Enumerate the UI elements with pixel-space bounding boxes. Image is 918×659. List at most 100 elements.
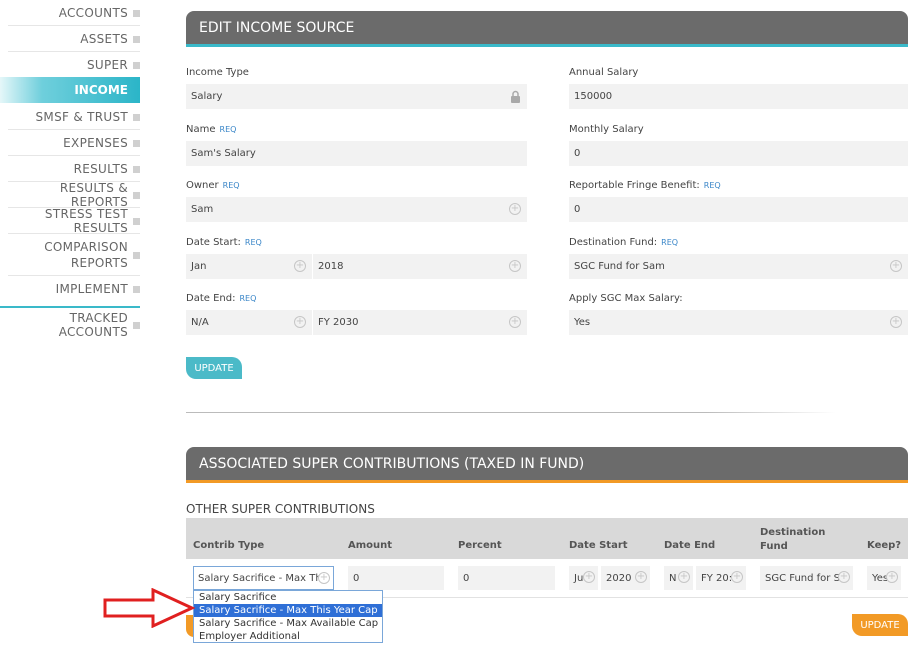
- field-label-text: Name: [186, 124, 216, 135]
- dropdown-option[interactable]: Salary Sacrifice - Max Available Cap: [194, 617, 382, 630]
- column-header-destination-fund: Destination Fund: [760, 526, 825, 554]
- dropdown-option-selected[interactable]: Salary Sacrifice - Max This Year Cap: [194, 604, 382, 617]
- required-tag: REQ: [239, 294, 257, 303]
- divider: [8, 25, 140, 26]
- update-income-button[interactable]: UPDATE: [186, 357, 242, 379]
- plus-circle-icon: +: [294, 260, 306, 272]
- date-end-month-select[interactable]: N/A +: [186, 310, 312, 335]
- start-year-select[interactable]: 2020 +: [601, 566, 650, 590]
- cell-value: SGC Fund for S: [765, 572, 840, 584]
- destination-fund-label: Destination Fund: REQ: [569, 237, 678, 248]
- apply-sgc-select[interactable]: Yes +: [569, 310, 908, 335]
- sidebar-item-label: INCOME: [74, 83, 128, 97]
- field-value: 0: [574, 148, 581, 159]
- percent-input[interactable]: 0: [458, 566, 555, 590]
- owner-select[interactable]: Sam +: [186, 197, 527, 222]
- sidebar-item-super[interactable]: SUPER: [87, 57, 140, 73]
- end-year-select[interactable]: FY 20: +: [696, 566, 746, 590]
- sidebar-item-results-reports[interactable]: RESULTS & REPORTS: [0, 181, 140, 209]
- required-tag: REQ: [703, 181, 721, 190]
- plus-circle-icon: +: [583, 571, 595, 583]
- sidebar-item-label: COMPARISON REPORTS: [44, 239, 128, 271]
- cell-value: 0: [353, 572, 360, 584]
- update-contributions-button[interactable]: UPDATE: [852, 614, 908, 636]
- sidebar-item-label: RESULTS & REPORTS: [59, 181, 128, 209]
- divider: [8, 275, 140, 276]
- sidebar-item-comparison-reports[interactable]: COMPARISON REPORTS: [44, 239, 140, 271]
- column-header-line: Fund: [760, 541, 788, 552]
- plus-circle-icon: +: [509, 260, 521, 272]
- dropdown-option[interactable]: Salary Sacrifice: [194, 591, 382, 604]
- sidebar-item-tracked-accounts[interactable]: TRACKED ACCOUNTS: [0, 311, 140, 339]
- name-label: Name REQ: [186, 124, 236, 135]
- monthly-salary-label: Monthly Salary: [569, 124, 644, 135]
- apply-sgc-label: Apply SGC Max Salary:: [569, 293, 683, 304]
- cell-value: 0: [463, 572, 470, 584]
- button-label: UPDATE: [860, 619, 900, 631]
- date-start-month-select[interactable]: Jan +: [186, 254, 312, 279]
- field-value: 2018: [318, 261, 344, 272]
- income-type-label: Income Type: [186, 67, 249, 78]
- plus-circle-icon: +: [509, 316, 521, 328]
- annual-salary-input[interactable]: 150000: [569, 84, 908, 109]
- divider: [8, 155, 140, 156]
- destination-fund-select[interactable]: SGC Fund for S +: [760, 566, 853, 590]
- sidebar-item-label: RESULTS: [73, 162, 128, 176]
- sidebar-item-stress-test-results[interactable]: STRESS TEST RESULTS: [0, 207, 140, 235]
- bullet-icon: [133, 285, 140, 293]
- name-input[interactable]: Sam's Salary: [186, 141, 527, 166]
- end-month-select[interactable]: N +: [664, 566, 693, 590]
- destination-fund-select[interactable]: SGC Fund for Sam +: [569, 254, 908, 279]
- date-end-year-select[interactable]: FY 2030 +: [313, 310, 527, 335]
- annual-salary-label: Annual Salary: [569, 67, 638, 78]
- contrib-type-select[interactable]: Salary Sacrifice - Max Th +: [193, 566, 334, 590]
- date-start-label: Date Start: REQ: [186, 237, 262, 248]
- panel-title: ASSOCIATED SUPER CONTRIBUTIONS (TAXED IN…: [199, 455, 585, 472]
- sidebar-item-income[interactable]: INCOME: [0, 77, 140, 103]
- plus-circle-icon: +: [318, 572, 330, 584]
- required-tag: REQ: [244, 238, 262, 247]
- cell-value: 2020: [606, 572, 632, 584]
- column-header-line: Destination: [760, 527, 826, 538]
- bullet-icon: [133, 9, 140, 17]
- sidebar-item-label: SMSF & TRUST: [35, 110, 128, 124]
- sidebar-item-accounts[interactable]: ACCOUNTS: [59, 5, 140, 21]
- income-type-field: Salary: [186, 84, 527, 109]
- dropdown-option[interactable]: Employer Additional: [194, 630, 382, 643]
- column-header-percent: Percent: [458, 540, 502, 551]
- field-value: Sam: [191, 204, 214, 215]
- column-header-date-end: Date End: [664, 540, 716, 551]
- monthly-salary-input[interactable]: 0: [569, 141, 908, 166]
- plus-circle-icon: +: [731, 571, 743, 583]
- sidebar-item-expenses[interactable]: EXPENSES: [63, 135, 140, 151]
- divider: [8, 51, 140, 52]
- sidebar-item-implement[interactable]: IMPLEMENT: [56, 281, 140, 297]
- field-value: SGC Fund for Sam: [574, 261, 665, 272]
- sidebar-item-label-line: REPORTS: [70, 256, 128, 270]
- contrib-type-dropdown: Salary Sacrifice Salary Sacrifice - Max …: [193, 590, 383, 643]
- plus-circle-icon: +: [294, 316, 306, 328]
- date-end-label: Date End: REQ: [186, 293, 256, 304]
- sidebar-item-assets[interactable]: ASSETS: [80, 31, 140, 47]
- section-divider: [186, 412, 836, 413]
- column-header-contrib-type: Contrib Type: [193, 540, 265, 551]
- plus-circle-icon: +: [886, 571, 898, 583]
- field-value: Sam's Salary: [191, 148, 256, 159]
- plus-circle-icon: +: [838, 571, 850, 583]
- field-label-text: Date End:: [186, 293, 236, 304]
- plus-circle-icon: +: [890, 316, 902, 328]
- sidebar-item-results[interactable]: RESULTS: [74, 161, 140, 177]
- sidebar-item-label: SUPER: [86, 58, 128, 72]
- field-value: 150000: [574, 91, 613, 102]
- owner-label: Owner REQ: [186, 180, 240, 191]
- keep-select[interactable]: Yes +: [867, 566, 901, 590]
- fringe-benefit-input[interactable]: 0: [569, 197, 908, 222]
- sidebar-item-smsf-trust[interactable]: SMSF & TRUST: [36, 109, 140, 125]
- field-value: 0: [574, 204, 581, 215]
- field-label-text: Owner: [186, 180, 219, 191]
- bullet-icon: [133, 113, 140, 121]
- date-start-year-select[interactable]: 2018 +: [313, 254, 527, 279]
- start-month-select[interactable]: Ju +: [569, 566, 598, 590]
- field-value: Yes: [574, 317, 591, 328]
- amount-input[interactable]: 0: [348, 566, 444, 590]
